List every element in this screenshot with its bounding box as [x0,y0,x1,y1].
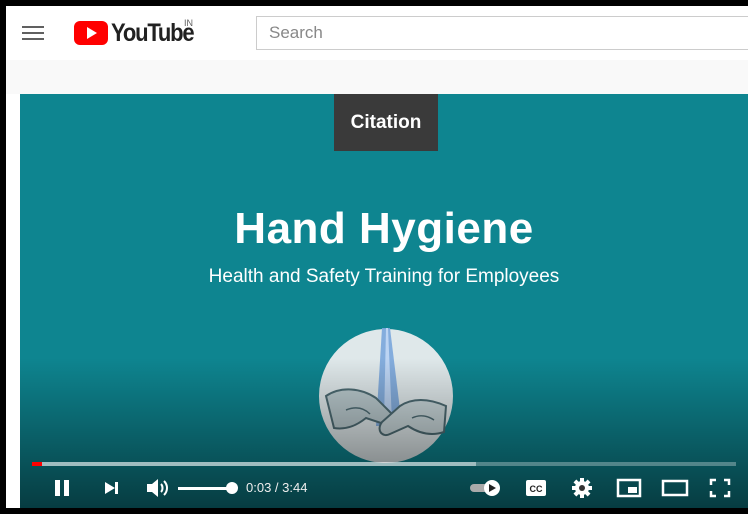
volume-knob[interactable] [226,482,238,494]
theater-mode-icon[interactable] [660,474,690,502]
captions-label: CC [530,484,543,494]
page-spacer [6,60,748,94]
country-code: IN [184,18,193,28]
search-box [256,16,748,50]
captions-icon[interactable]: CC [522,474,550,502]
volume-icon[interactable] [144,474,172,502]
menu-icon[interactable] [22,24,44,42]
played-bar [32,462,42,466]
video-subtitle-overlay: Health and Safety Training for Employees [208,266,560,287]
citation-badge: Citation [334,94,438,151]
pause-icon[interactable] [50,474,74,502]
browser-page: YouTube IN Citation Hand Hygiene Health … [6,6,748,508]
player-controls: 0:03 / 3:44 CC [20,470,748,508]
video-player[interactable]: Citation Hand Hygiene Health and Safety … [20,94,748,508]
progress-bar[interactable] [32,462,736,466]
next-icon[interactable] [100,474,124,502]
buffered-bar [32,462,476,466]
search-input[interactable] [257,17,748,49]
masthead: YouTube IN [6,6,748,60]
logo-text: YouTube [111,18,195,47]
volume-slider[interactable] [178,487,232,490]
settings-icon[interactable] [568,474,596,502]
time-display: 0:03 / 3:44 [246,480,308,495]
fullscreen-icon[interactable] [706,474,734,502]
youtube-play-icon [74,21,108,45]
autoplay-toggle-icon[interactable] [468,474,504,502]
miniplayer-icon[interactable] [614,474,644,502]
youtube-logo[interactable]: YouTube [74,18,195,47]
video-title-overlay: Hand Hygiene [234,204,534,253]
